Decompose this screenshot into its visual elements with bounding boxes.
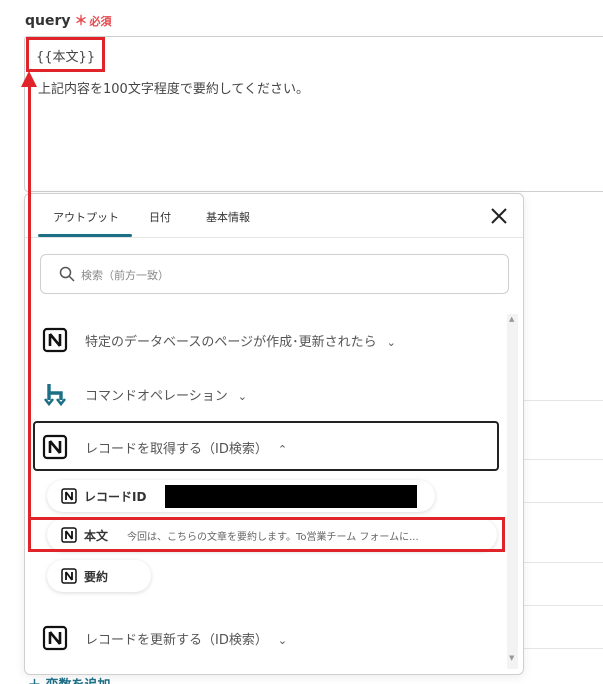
command-operation-row[interactable]: コマンドオペレーション ⌄ [25, 373, 495, 413]
tab-bar: アウトプット 日付 基本情報 [25, 194, 523, 238]
field-label: query ＊必須 [25, 10, 112, 29]
tab-date[interactable]: 日付 [149, 209, 171, 225]
notion-icon [42, 625, 68, 651]
tab-output[interactable]: アウトプット [53, 209, 119, 225]
arrow-up-icon [21, 71, 37, 87]
row-label: レコードを更新する（ID検索） ⌄ [85, 633, 288, 648]
highlight-box-token [26, 37, 105, 72]
chevron-down-icon: ⌄ [277, 634, 288, 647]
chevron-down-icon: ⌄ [386, 336, 396, 349]
search-input[interactable]: 検索（前方一致） [40, 254, 509, 294]
notion-icon [61, 488, 77, 504]
divider [524, 400, 603, 401]
scrollbar[interactable] [507, 314, 518, 669]
row-label: 特定のデータベースのページが作成･更新されたら ⌄ [85, 335, 396, 350]
yoom-command-icon [43, 384, 67, 407]
highlight-box-body-chip [28, 517, 505, 552]
row-label: レコードを取得する（ID検索） ⌃ [85, 442, 288, 457]
chevron-down-icon: ⌄ [237, 390, 247, 403]
query-instruction-text: 上記内容を100文字程度で要約してください。 [38, 82, 310, 97]
update-record-row[interactable]: レコードを更新する（ID検索） ⌄ [25, 617, 495, 657]
search-icon [59, 266, 75, 282]
divider [524, 502, 603, 503]
notion-icon [42, 434, 68, 460]
query-textarea[interactable] [24, 36, 603, 192]
output-picker-popup: アウトプット 日付 基本情報 検索（前方一致） 特定のデータベースのページが作成… [24, 193, 524, 675]
divider [524, 459, 603, 460]
tab-basic-info[interactable]: 基本情報 [206, 209, 250, 225]
chevron-up-icon: ⌃ [277, 443, 288, 456]
row-label: コマンドオペレーション ⌄ [85, 389, 247, 404]
notion-icon [61, 568, 77, 584]
chip-label: 要約 [84, 570, 109, 584]
get-record-row[interactable]: レコードを取得する（ID検索） ⌃ [25, 426, 495, 466]
output-chip-summary[interactable]: 要約 [47, 560, 151, 592]
search-placeholder: 検索（前方一致） [81, 269, 169, 282]
trigger-row[interactable]: 特定のデータベースのページが作成･更新されたら ⌄ [25, 319, 495, 359]
active-tab-indicator [38, 234, 132, 237]
highlight-arrow-line [28, 86, 31, 538]
scroll-down-icon[interactable]: ▼ [509, 654, 514, 662]
required-star: ＊ [74, 14, 88, 29]
add-variable-link[interactable]: ＋ 変数を追加 [28, 674, 111, 684]
divider [524, 562, 603, 563]
scroll-up-icon[interactable]: ▲ [509, 315, 514, 323]
notion-icon [42, 327, 68, 353]
field-name: query [25, 13, 71, 29]
chip-label: レコードID [84, 490, 147, 504]
divider [524, 605, 603, 606]
required-text: 必須 [89, 15, 112, 28]
close-icon[interactable] [489, 206, 509, 226]
divider [524, 648, 603, 649]
redacted-value [165, 485, 417, 508]
